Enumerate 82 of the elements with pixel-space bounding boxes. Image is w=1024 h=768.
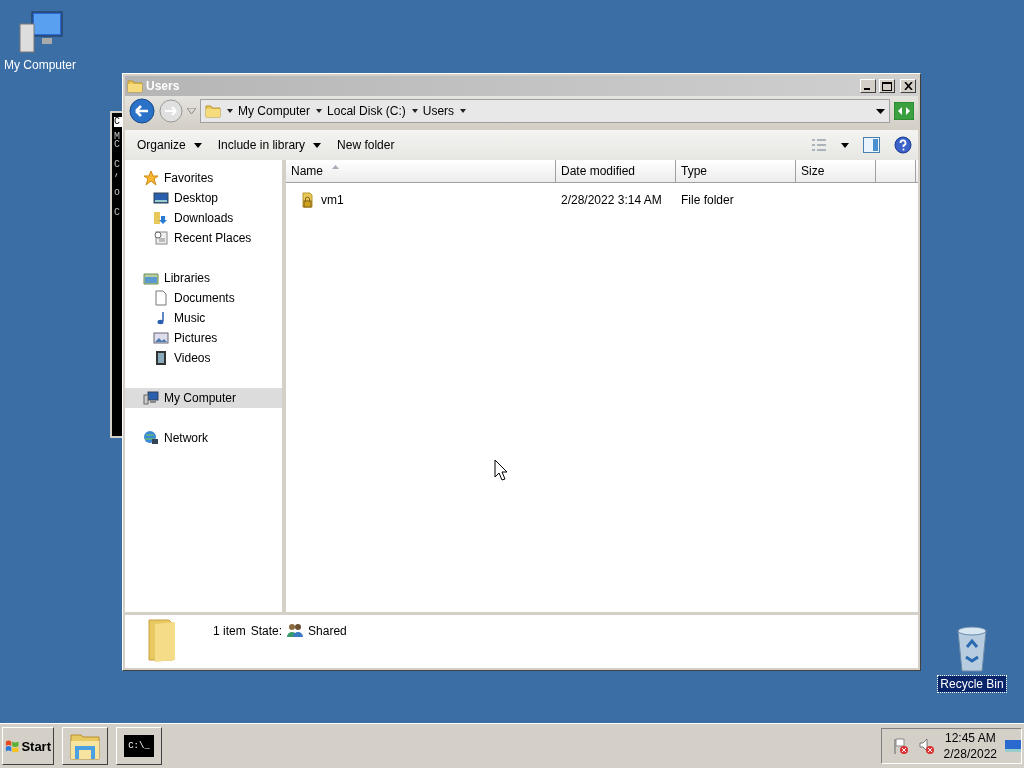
downloads-icon: [153, 210, 169, 226]
nav-item[interactable]: Recent Places: [125, 228, 282, 248]
clock-time: 12:45 AM: [944, 731, 996, 745]
computer-icon: [143, 390, 159, 406]
start-button[interactable]: Start: [2, 727, 54, 765]
caret-icon[interactable]: [876, 108, 885, 114]
state-value: Shared: [308, 623, 347, 638]
column-header[interactable]: Size: [796, 160, 876, 182]
star-icon: [143, 170, 159, 186]
windows-flag-icon: [5, 738, 20, 754]
mouse-cursor: [494, 459, 508, 481]
desktop-icon: [153, 190, 169, 206]
breadcrumb[interactable]: Users: [411, 104, 455, 118]
nav-item[interactable]: Pictures: [125, 328, 282, 348]
caret-icon: [313, 142, 322, 148]
nav-item[interactable]: Videos: [125, 348, 282, 368]
nav-item[interactable]: Music: [125, 308, 282, 328]
toolbar-button[interactable]: Include in library: [211, 134, 328, 156]
caret-icon: [227, 109, 233, 113]
maximize-icon: [882, 81, 892, 91]
caret-icon: [193, 142, 202, 148]
document-icon: [153, 290, 169, 306]
caret-icon: [411, 109, 418, 113]
console-title: C: [114, 117, 122, 127]
minimize-button[interactable]: [860, 79, 876, 93]
preview-pane-icon[interactable]: [863, 137, 880, 153]
toolbar-button[interactable]: Organize: [131, 134, 208, 156]
computer-icon[interactable]: [16, 10, 64, 54]
column-header[interactable]: Name: [286, 160, 556, 182]
film-icon: [153, 350, 169, 366]
sort-arrow-icon: [332, 165, 339, 169]
breadcrumb[interactable]: My Computer: [227, 104, 311, 118]
folder-icon: [127, 78, 143, 94]
maximize-button[interactable]: [879, 79, 895, 93]
console-text: o: [114, 189, 121, 197]
toolbar-button[interactable]: New folder: [331, 134, 401, 156]
console-text: C: [114, 161, 121, 169]
nav-item[interactable]: Downloads: [125, 208, 282, 228]
address-bar[interactable]: My Computer Local Disk (C:) Users: [200, 99, 890, 123]
item-count: 1 item: [213, 623, 246, 638]
pictures-icon: [153, 330, 169, 346]
flag-error-icon[interactable]: [891, 737, 910, 755]
nav-item[interactable]: Network: [125, 428, 282, 448]
breadcrumb[interactable]: Local Disk (C:): [316, 104, 406, 118]
caret-icon[interactable]: [841, 142, 849, 148]
close-button[interactable]: [900, 79, 916, 93]
file-name: vm1: [321, 193, 344, 207]
file-row[interactable]: vm1 2/28/2022 3:14 AM File folder: [286, 189, 918, 211]
folder-icon: [205, 103, 221, 119]
close-icon: [903, 82, 913, 90]
desktop-icon-label[interactable]: Recycle Bin: [938, 676, 1006, 692]
library-icon: [143, 270, 159, 286]
show-desktop-icon[interactable]: [1005, 738, 1021, 754]
recent-places-icon: [153, 230, 169, 246]
nav-item[interactable]: Documents: [125, 288, 282, 308]
shared-users-icon: [287, 623, 304, 638]
refresh-button[interactable]: [894, 102, 914, 120]
desktop-icon-label[interactable]: My Computer: [2, 57, 78, 73]
network-icon: [143, 430, 159, 446]
nav-item[interactable]: Favorites: [125, 168, 282, 188]
nav-item[interactable]: Libraries: [125, 268, 282, 288]
explorer-taskbar-button[interactable]: [62, 727, 108, 765]
state-label: State:: [250, 623, 283, 638]
caret-icon: [316, 109, 323, 113]
column-header[interactable]: Date modified: [556, 160, 676, 182]
console-text: C: [114, 209, 121, 217]
column-header[interactable]: Type: [676, 160, 796, 182]
console-text: ,: [114, 169, 121, 177]
console-text: M: [114, 133, 121, 141]
console-text: C: [114, 141, 121, 149]
caret-icon[interactable]: [460, 109, 467, 113]
console-taskbar-button[interactable]: C:\_: [116, 727, 162, 765]
type-cell-text: File folder: [680, 193, 735, 207]
nav-item[interactable]: Desktop: [125, 188, 282, 208]
clock[interactable]: 12:45 AM 2/28/2022: [943, 731, 997, 761]
back-button[interactable]: [129, 98, 155, 124]
window-title: Users: [146, 79, 181, 93]
speaker-muted-icon[interactable]: [917, 737, 936, 755]
nav-item[interactable]: My Computer: [125, 388, 282, 408]
date-cell-text: 2/28/2022 3:14 AM: [560, 193, 663, 207]
help-icon[interactable]: [894, 136, 912, 154]
clock-date: 2/28/2022: [943, 747, 997, 761]
